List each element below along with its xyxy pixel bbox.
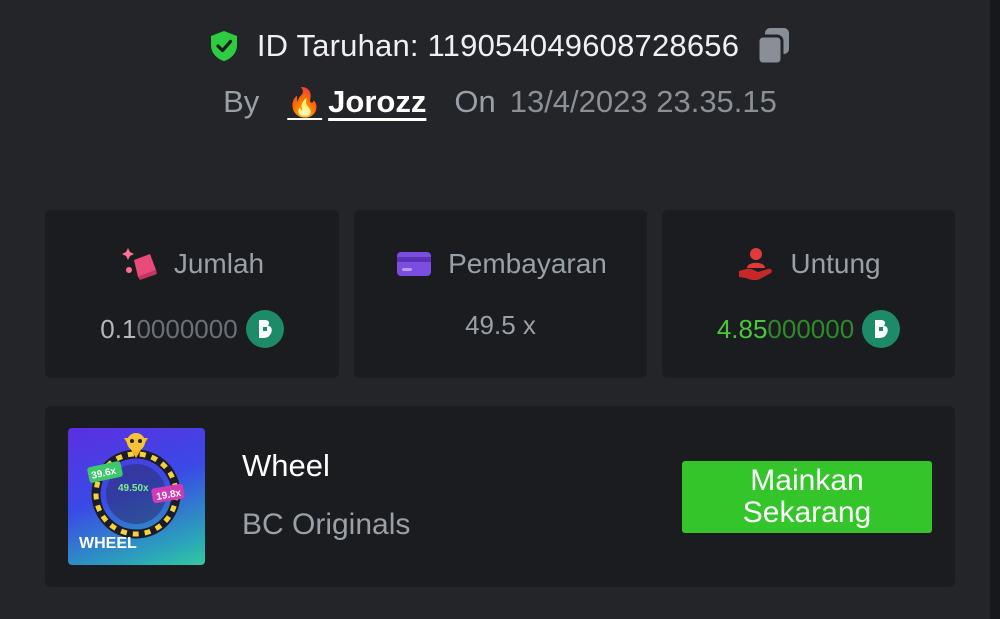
money-bag-icon <box>120 244 160 284</box>
play-now-button[interactable]: Mainkan Sekarang <box>682 461 932 533</box>
profit-value-tail: 000000 <box>767 313 855 344</box>
profit-label: Untung <box>790 248 881 279</box>
bet-id-text: ID Taruhan: 119054049608728656 <box>257 28 739 64</box>
fire-icon: 🔥 <box>287 86 323 118</box>
card-icon <box>394 244 434 284</box>
amount-label: Jumlah <box>173 248 265 279</box>
bet-id-label: ID Taruhan: <box>256 28 419 63</box>
amount-value: 0.10000000 <box>45 310 339 348</box>
payout-card-header: Pembayaran <box>354 244 647 284</box>
game-title[interactable]: Wheel <box>242 448 330 484</box>
copy-icon[interactable] <box>755 26 793 66</box>
author-row: By 🔥 Jorozz On 13/4/2023 23.35.15 <box>0 84 1000 120</box>
amount-value-lead: 0.1 <box>100 313 137 344</box>
amount-card-header: Jumlah <box>45 244 339 284</box>
bet-id-value: 119054049608728656 <box>427 28 740 63</box>
profit-card: Untung 4.85000000 <box>662 210 955 378</box>
hand-user-icon <box>736 244 776 284</box>
payout-value-wrap: 49.5 x <box>354 310 647 341</box>
username-link[interactable]: 🔥 Jorozz <box>287 84 426 120</box>
payout-label: Pembayaran <box>448 248 607 279</box>
by-label: By <box>223 84 260 119</box>
bet-id-row: ID Taruhan: 119054049608728656 <box>0 26 1000 66</box>
profit-value-lead: 4.85 <box>716 313 768 344</box>
profit-value: 4.85000000 <box>662 310 955 348</box>
payout-value: 49.5 x <box>465 310 536 340</box>
shield-check-icon <box>207 29 241 63</box>
amount-card: Jumlah 0.10000000 <box>45 210 339 378</box>
bet-date: 13/4/2023 23.35.15 <box>509 84 777 119</box>
on-label: On <box>454 84 496 119</box>
thumb-mult-center: 49.50x <box>118 483 149 494</box>
game-panel: 39.6x 49.50x 19.8x WHEEL Wheel BC Origin… <box>45 406 955 587</box>
amount-value-tail: 0000000 <box>136 313 238 344</box>
game-provider: BC Originals <box>242 508 411 541</box>
bc-coin-icon <box>245 310 284 348</box>
profit-card-header: Untung <box>662 244 955 284</box>
thumb-brand-text: WHEEL <box>79 535 137 552</box>
username: Jorozz <box>328 84 427 119</box>
game-thumbnail[interactable]: 39.6x 49.50x 19.8x WHEEL <box>68 428 205 565</box>
bc-coin-icon <box>862 310 901 348</box>
payout-card: Pembayaran 49.5 x <box>354 210 647 378</box>
